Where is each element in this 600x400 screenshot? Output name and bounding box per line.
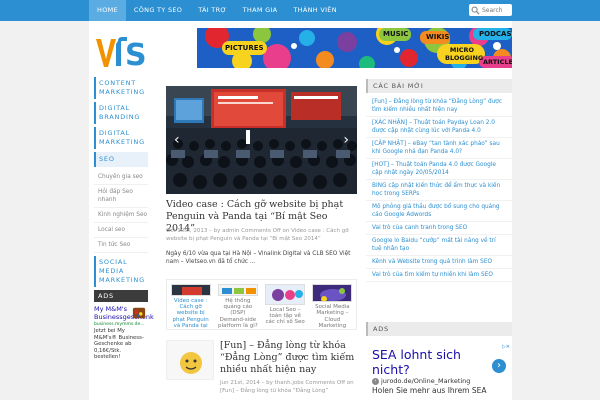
left-ad[interactable]: My M&M's Businessgeschenk business.mymms… (94, 305, 154, 376)
nav-cong-ty-seo[interactable]: CÔNG TY SEO (126, 0, 190, 21)
ad-product-image (132, 307, 146, 319)
banner-tag: PODCASTS (479, 30, 512, 38)
sidebar-item-social-media-marketing[interactable]: SOCIAL MEDIA MARKETING (94, 256, 148, 287)
recent-post-link[interactable]: Google lo Baidu “cướp” mất tài năng về t… (366, 235, 512, 256)
left-sidebar: CONTENT MARKETING DIGITAL BRANDING DIGIT… (94, 77, 154, 400)
recent-post-link[interactable]: Kênh và Website trong quá trình làm SEO (366, 256, 512, 269)
search-input[interactable] (480, 5, 510, 15)
sidebar-item-content-marketing[interactable]: CONTENT MARKETING (94, 77, 148, 99)
nav-tai-tro[interactable]: TÀI TRỢ (190, 0, 234, 21)
right-ads-heading: ADS (366, 322, 512, 336)
search-icon (471, 6, 480, 15)
left-ad-text: Jetzt bei My M&M's® Business- Geschenke … (94, 328, 144, 361)
related-title[interactable]: Video case : Cách gỡ website bị phạt Pen… (170, 298, 211, 329)
sidebar-item-digital-marketing[interactable]: DIGITAL MARKETING (94, 127, 148, 149)
recent-post-link[interactable]: BING cập nhật kiến thức để ẩm thực và ki… (366, 180, 512, 201)
recent-posts-heading: CÁC BÀI MỚI (366, 79, 512, 93)
banner-tag: WIKIS (426, 33, 450, 41)
recent-post-link[interactable]: Vai trò của canh tranh trong SEO (366, 222, 512, 235)
related-title[interactable]: Hệ thống quảng cáo (DSP) Demand-side pla… (217, 298, 258, 329)
svg-text:S: S (125, 38, 147, 71)
site-logo[interactable]: S (94, 35, 152, 71)
post2-title[interactable]: [Fun] – Đẳng lòng từ khóa “Đẳng Lòng” đư… (220, 340, 357, 376)
featured-image[interactable]: ‹ › (166, 86, 357, 194)
related-item[interactable]: Social Media Marketing – Cloud Marketing (312, 284, 353, 329)
sidebar-subitem[interactable]: Hỏi đáp Seo nhanh (94, 185, 148, 208)
post2-thumb[interactable] (166, 340, 214, 380)
right-ad-url[interactable]: › jurodo.de/Online_Marketing (372, 377, 506, 386)
right-ad-url-text[interactable]: jurodo.de/Online_Marketing (381, 377, 470, 386)
top-bar: HOME CÔNG TY SEO TÀI TRỢ THAM GIA THÀNH … (0, 0, 600, 21)
search-box[interactable] (469, 4, 512, 16)
related-title[interactable]: Local Seo – toàn tập về các chỉ số Seo (265, 307, 306, 326)
right-ad-headline[interactable]: SEA lohnt sich nicht? (372, 347, 490, 377)
sidebar-subitem[interactable]: Chuyên gia seo (94, 170, 148, 185)
ad-next-button[interactable]: › (492, 359, 506, 373)
top-nav: HOME CÔNG TY SEO TÀI TRỢ THAM GIA THÀNH … (89, 0, 345, 21)
related-item[interactable]: Video case : Cách gỡ website bị phạt Pen… (170, 284, 211, 329)
left-ad-title[interactable]: My M&M's Businessgeschenk (94, 305, 154, 321)
recent-post-link[interactable]: [Fun] – Đẳng lòng từ khóa “Đẳng Lòng” đư… (366, 96, 512, 117)
ad-external-icon: › (372, 378, 379, 385)
banner-tag: ARTICLES (483, 58, 512, 66)
left-ads-heading: ADS (94, 290, 148, 302)
recent-posts-list: [Fun] – Đẳng lòng từ khóa “Đẳng Lòng” đư… (366, 96, 512, 282)
related-thumb[interactable] (312, 284, 353, 303)
sidebar-subitem[interactable]: Kinh nghiệm Seo (94, 208, 148, 223)
recent-post-link[interactable]: Vai trò của tìm kiếm tự nhiên khi làm SE… (366, 269, 512, 282)
recent-post-link[interactable]: Mô phỏng giá thầu được bổ sung cho quảng… (366, 201, 512, 222)
adchoices-icon[interactable]: ▷✕ (502, 344, 510, 350)
nav-tham-gia[interactable]: THAM GIA (235, 0, 286, 21)
sidebar-item-digital-branding[interactable]: DIGITAL BRANDING (94, 102, 148, 124)
related-thumb[interactable] (217, 284, 258, 296)
sidebar-subitem[interactable]: Local seo (94, 223, 148, 238)
right-ad[interactable]: SEA lohnt sich nicht? › jurodo.de/Online… (366, 343, 512, 400)
banner-tag: MICRO BLOGGING (445, 46, 484, 62)
nav-thanh-vien[interactable]: THÀNH VIÊN (285, 0, 344, 21)
post-excerpt: Ngày 6/10 vừa qua tại Hà Nội – Vinalink … (166, 251, 351, 265)
related-thumb[interactable] (170, 284, 211, 296)
header-banner[interactable]: MUSIC WIKIS PODCASTS PICTURES MICRO BLOG… (197, 28, 512, 68)
nav-home[interactable]: HOME (89, 0, 126, 21)
right-ad-line: Holen Sie mehr aus Ihrem SEA (372, 386, 487, 395)
conference-photo (166, 86, 357, 194)
slider-prev-icon[interactable]: ‹ (174, 133, 180, 147)
related-item[interactable]: Local Seo – toàn tập về các chỉ số Seo (265, 284, 306, 329)
related-title[interactable]: Social Media Marketing – Cloud Marketing (312, 304, 353, 329)
related-posts: Video case : Cách gỡ website bị phạt Pen… (166, 279, 357, 330)
banner-tag: MUSIC (383, 30, 409, 38)
right-sidebar: CÁC BÀI MỚI [Fun] – Đẳng lòng từ khóa “Đ… (366, 79, 512, 400)
banner-tag: PICTURES (225, 44, 264, 52)
page-container: S MUSIC WIKIS PODCAS PICTURES MICRO BLOG… (89, 21, 512, 400)
slider-next-icon[interactable]: › (343, 133, 349, 147)
related-thumb[interactable] (265, 284, 306, 305)
sidebar-subitem[interactable]: Tin tức Seo (94, 238, 148, 253)
main-content: ‹ › Video case : Cách gỡ website bị phạt… (166, 86, 357, 400)
recent-post-link[interactable]: [CẬP NHẬT] – eBay “tan tành xác pháo” sa… (366, 138, 512, 159)
recent-post-link[interactable]: [HOT] – Thuật toán Panda 4.0 được Google… (366, 159, 512, 180)
post2-meta: Jun 21st, 2014 – by thanh.jobs Comments … (220, 380, 354, 394)
sidebar-item-seo[interactable]: SEO (94, 152, 148, 167)
site-header: S MUSIC WIKIS PODCAS PICTURES MICRO BLOG… (89, 21, 512, 76)
post-meta: Oct 10th, 2013 – by admin Comments Off o… (166, 228, 349, 242)
recent-post-link[interactable]: [XÁC NHẬN] – Thuật toán Payday Loan 2.0 … (366, 117, 512, 138)
related-item[interactable]: Hệ thống quảng cáo (DSP) Demand-side pla… (217, 284, 258, 329)
